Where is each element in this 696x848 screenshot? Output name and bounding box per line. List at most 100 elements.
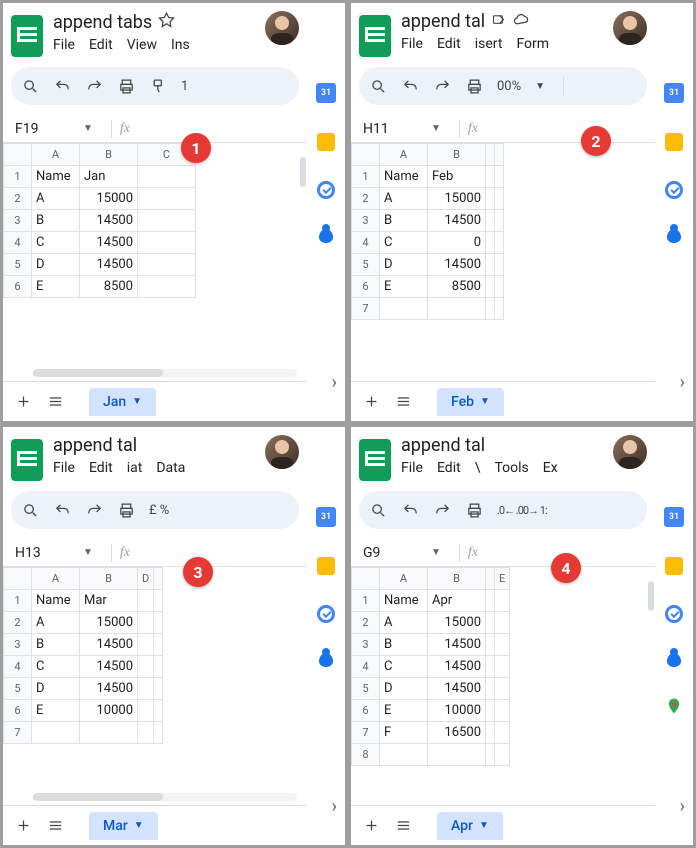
cell[interactable]: Apr (428, 590, 486, 612)
document-title[interactable]: append tal (401, 11, 485, 32)
star-icon[interactable] (158, 11, 175, 33)
cell[interactable] (154, 722, 163, 744)
cell[interactable]: E (380, 276, 428, 298)
cell[interactable] (428, 744, 486, 766)
cell[interactable]: D (32, 254, 80, 276)
cell[interactable] (486, 700, 495, 722)
name-box-dropdown-icon[interactable]: ▼ (79, 547, 103, 558)
sheets-logo-icon[interactable] (11, 439, 43, 481)
cell[interactable] (138, 188, 196, 210)
side-panel-toggle-icon[interactable]: › (332, 372, 337, 393)
sheet-tab-active[interactable]: Mar▼ (89, 812, 158, 840)
row-header[interactable]: 5 (352, 678, 380, 700)
cell[interactable] (495, 276, 504, 298)
vertical-scrollbar[interactable] (300, 157, 306, 187)
add-sheet-button[interactable] (11, 814, 35, 838)
name-box-dropdown-icon[interactable]: ▼ (427, 547, 451, 558)
cell[interactable]: E (32, 276, 80, 298)
cell[interactable]: Name (380, 590, 428, 612)
row-header[interactable]: 1 (352, 590, 380, 612)
column-header[interactable]: A (380, 144, 428, 166)
spreadsheet-grid[interactable]: ABE1NameApr2A150003B145004C145005D145006… (351, 567, 655, 805)
cell[interactable]: A (380, 612, 428, 634)
cell[interactable]: 14500 (428, 678, 486, 700)
menu-item[interactable]: View (127, 37, 157, 53)
cell[interactable] (495, 188, 504, 210)
cell[interactable] (486, 656, 495, 678)
vertical-scrollbar[interactable] (648, 581, 654, 611)
keep-icon[interactable] (665, 557, 683, 575)
cell[interactable] (380, 298, 428, 320)
cell[interactable]: E (380, 700, 428, 722)
row-header[interactable]: 7 (4, 722, 32, 744)
row-header[interactable]: 1 (4, 166, 32, 188)
row-header[interactable]: 2 (4, 188, 32, 210)
row-header[interactable]: 3 (4, 634, 32, 656)
cell[interactable] (32, 722, 80, 744)
cell[interactable]: Mar (80, 590, 138, 612)
cell[interactable] (486, 166, 495, 188)
document-title[interactable]: append tal (401, 435, 485, 456)
zoom-level[interactable]: 00% (497, 79, 521, 94)
cell[interactable]: 15000 (80, 188, 138, 210)
cell[interactable]: D (380, 678, 428, 700)
zoom-dropdown-icon[interactable]: ▼ (535, 81, 545, 92)
cell[interactable] (138, 590, 154, 612)
cell[interactable]: 8500 (428, 276, 486, 298)
row-header[interactable]: 7 (352, 298, 380, 320)
cell[interactable]: C (32, 232, 80, 254)
cell[interactable]: Feb (428, 166, 486, 188)
column-header[interactable] (486, 144, 495, 166)
cell[interactable]: Name (380, 166, 428, 188)
menu-item[interactable]: Form (516, 36, 549, 52)
calendar-icon[interactable] (316, 507, 336, 527)
cell[interactable] (495, 254, 504, 276)
maps-icon[interactable] (665, 697, 683, 715)
name-box[interactable]: H11 (355, 121, 427, 137)
cell[interactable]: 14500 (428, 656, 486, 678)
column-header[interactable]: B (80, 568, 138, 590)
column-header[interactable]: A (32, 568, 80, 590)
row-header[interactable]: 3 (352, 210, 380, 232)
cell[interactable] (138, 232, 196, 254)
cell[interactable] (154, 656, 163, 678)
cell[interactable] (154, 678, 163, 700)
row-header[interactable]: 3 (4, 210, 32, 232)
select-all-cell[interactable] (352, 568, 380, 590)
cell[interactable] (486, 210, 495, 232)
cell[interactable] (138, 276, 196, 298)
document-title[interactable]: append tal (53, 435, 137, 456)
cell[interactable]: B (380, 634, 428, 656)
cell[interactable]: B (32, 210, 80, 232)
cell[interactable]: C (380, 232, 428, 254)
add-sheet-button[interactable] (359, 390, 383, 414)
cell[interactable] (495, 232, 504, 254)
add-sheet-button[interactable] (11, 390, 35, 414)
cell[interactable]: Name (32, 166, 80, 188)
horizontal-scrollbar[interactable] (33, 369, 163, 377)
cell[interactable]: 14500 (80, 232, 138, 254)
column-header[interactable]: E (495, 568, 510, 590)
calendar-icon[interactable] (664, 83, 684, 103)
cell[interactable]: A (32, 612, 80, 634)
search-icon[interactable] (369, 501, 387, 519)
tasks-icon[interactable] (665, 181, 683, 199)
search-icon[interactable] (369, 77, 387, 95)
row-header[interactable]: 1 (352, 166, 380, 188)
cell[interactable] (486, 634, 495, 656)
tasks-icon[interactable] (665, 605, 683, 623)
cell[interactable]: 14500 (428, 634, 486, 656)
cell[interactable]: D (380, 254, 428, 276)
horizontal-scrollbar[interactable] (33, 793, 163, 801)
cell[interactable] (486, 188, 495, 210)
all-sheets-button[interactable] (43, 814, 67, 838)
menu-item[interactable]: File (53, 37, 75, 53)
cell[interactable] (486, 254, 495, 276)
column-header[interactable] (154, 568, 163, 590)
row-header[interactable]: 5 (352, 254, 380, 276)
contacts-icon[interactable] (667, 653, 681, 667)
cell[interactable] (80, 722, 138, 744)
cell[interactable] (486, 722, 495, 744)
cell[interactable] (495, 722, 510, 744)
cell[interactable]: B (380, 210, 428, 232)
